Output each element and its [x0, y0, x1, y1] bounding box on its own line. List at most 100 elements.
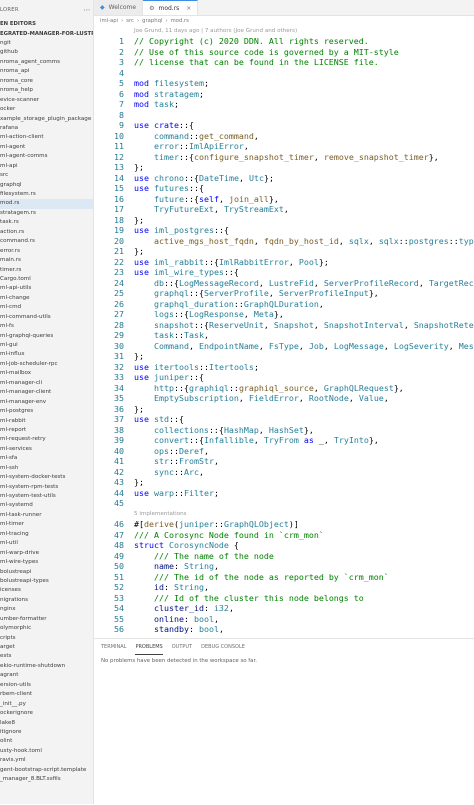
tree-item[interactable]: nigrations — [0, 596, 93, 605]
tree-item[interactable]: ml-task-runner — [0, 511, 93, 520]
tree-item[interactable]: ml-systemd — [0, 501, 93, 510]
tree-item[interactable]: ml-fs — [0, 322, 93, 331]
panel-tab-problems[interactable]: PROBLEMS — [135, 639, 163, 655]
project-root[interactable]: EGRATED-MANAGER-FOR-LUSTRE — [0, 29, 93, 39]
code-line[interactable]: 2 // Use of this source code is governed … — [94, 47, 474, 58]
code-line[interactable]: 19 use iml_postgres::{ — [94, 225, 474, 236]
tree-item[interactable]: ml-rabbit — [0, 417, 93, 426]
tree-item[interactable]: usty-hook.toml — [0, 747, 93, 756]
tree-item[interactable]: ml-system-docker-tests — [0, 473, 93, 482]
panel-tab-terminal[interactable]: TERMINAL — [101, 639, 126, 655]
code-line[interactable]: 12 timer::{configure_snapshot_timer, rem… — [94, 152, 474, 163]
tree-item[interactable]: ml-influx — [0, 350, 93, 359]
code-line[interactable]: 23 use iml_wire_types::{ — [94, 267, 474, 278]
code-line[interactable]: 34 http::{graphiql::graphiql_source, Gra… — [94, 383, 474, 394]
code-line[interactable]: 6 mod stratagem; — [94, 89, 474, 100]
tree-item[interactable]: task.rs — [0, 218, 93, 227]
code-line[interactable]: 21}; — [94, 246, 474, 257]
tree-item[interactable]: ml-agent — [0, 143, 93, 152]
tree-item[interactable]: ml-wire-types — [0, 558, 93, 567]
tree-item[interactable]: nroma_api — [0, 67, 93, 76]
tree-item[interactable]: agrant — [0, 671, 93, 680]
code-line[interactable]: 54 cluster_id: i32, — [94, 603, 474, 614]
tree-item[interactable]: ml-report — [0, 426, 93, 435]
code-editor[interactable]: 1 // Copyright (c) 2020 DDN. All rights r… — [94, 36, 474, 638]
code-line[interactable]: 14 use chrono::{DateTime, Utc}; — [94, 173, 474, 184]
close-icon[interactable]: × — [186, 5, 191, 12]
breadcrumb-item[interactable]: graphql — [142, 18, 162, 24]
breadcrumb-item[interactable]: iml-api — [100, 18, 118, 24]
tree-item[interactable]: bolustreapi — [0, 568, 93, 577]
editor-tab[interactable]: ⚙ mod.rs × — [143, 0, 199, 15]
tree-item[interactable]: ml-tracing — [0, 530, 93, 539]
tree-item[interactable]: ngit — [0, 39, 93, 48]
codelens-implementations[interactable]: 5 implementations — [94, 509, 474, 520]
tree-item[interactable]: bolustreapi-types — [0, 577, 93, 586]
code-line[interactable]: 52 id: String, — [94, 582, 474, 593]
tree-item[interactable]: itignore — [0, 728, 93, 737]
tree-item[interactable]: ml-postgres — [0, 407, 93, 416]
tree-item[interactable]: ml-manager-client — [0, 388, 93, 397]
tree-item[interactable]: timer.rs — [0, 266, 93, 275]
code-line[interactable]: 3 // license that can be found in the LIC… — [94, 57, 474, 68]
code-line[interactable]: 1 // Copyright (c) 2020 DDN. All rights r… — [94, 36, 474, 47]
tree-item[interactable]: ml-command-utils — [0, 313, 93, 322]
code-line[interactable]: 51 /// The id of the node as reported by… — [94, 572, 474, 583]
tree-item[interactable]: ravis.yml — [0, 756, 93, 765]
tree-item[interactable]: ests — [0, 652, 93, 661]
tree-item[interactable]: ekio-runtime-shutdown — [0, 662, 93, 671]
code-line[interactable]: 55 online: bool, — [94, 614, 474, 625]
code-line[interactable]: 33 use juniper::{ — [94, 372, 474, 383]
tree-item[interactable]: ml-change — [0, 294, 93, 303]
code-line[interactable]: 15 use futures::{ — [94, 183, 474, 194]
code-line[interactable]: 20 active_mgs_host_fqdn, fqdn_by_host_id… — [94, 236, 474, 247]
breadcrumb-item[interactable]: mod.rs — [171, 18, 189, 24]
code-line[interactable]: 30 Command, EndpointName, FsType, Job, L… — [94, 341, 474, 352]
code-line[interactable]: 46 #[derive(juniper::GraphQLObject)] — [94, 519, 474, 530]
tree-item[interactable]: nginx — [0, 605, 93, 614]
more-actions-icon[interactable]: ⋯ — [81, 6, 93, 14]
tree-item[interactable]: ml-action-client — [0, 133, 93, 142]
tree-item[interactable]: evice-scanner — [0, 96, 93, 105]
code-line[interactable]: 22 use iml_rabbit::{ImlRabbitError, Pool}… — [94, 257, 474, 268]
code-line[interactable]: 27 logs::{LogResponse, Meta}, — [94, 309, 474, 320]
code-line[interactable]: 24 db::{LogMessageRecord, LustreFid, Ser… — [94, 278, 474, 289]
tree-item[interactable]: ml-warp-drive — [0, 549, 93, 558]
open-editors-section[interactable]: EN EDITORS — [0, 20, 93, 29]
tree-item[interactable]: nroma_core — [0, 77, 93, 86]
code-line[interactable]: 32 use itertools::Itertools; — [94, 362, 474, 373]
code-line[interactable]: 56 standby: bool, — [94, 624, 474, 635]
code-line[interactable]: 11 error::ImlApiError, — [94, 141, 474, 152]
code-line[interactable]: 50 name: String, — [94, 561, 474, 572]
tree-item[interactable]: ockerignore — [0, 709, 93, 718]
tree-item[interactable]: xample_storage_plugin_package — [0, 115, 93, 124]
code-line[interactable]: 47 /// A Corosync Node found in `crm_mon` — [94, 530, 474, 541]
editor-tab[interactable]: ◆ Welcome — [94, 0, 144, 15]
tree-item[interactable]: error.rs — [0, 247, 93, 256]
tree-item[interactable]: ml-system-rpm-tests — [0, 483, 93, 492]
code-line[interactable]: 43}; — [94, 477, 474, 488]
tree-item[interactable]: ml-mailbox — [0, 369, 93, 378]
tree-item[interactable]: ml-system-test-utils — [0, 492, 93, 501]
tree-item[interactable]: command.rs — [0, 237, 93, 246]
tree-item[interactable]: icenses — [0, 586, 93, 595]
tree-item[interactable]: github — [0, 48, 93, 57]
tree-item[interactable]: ersion-utils — [0, 681, 93, 690]
code-line[interactable]: 44 use warp::Filter; — [94, 488, 474, 499]
tree-item[interactable]: ml-api-utils — [0, 284, 93, 293]
tree-item[interactable]: ml-manager-cli — [0, 379, 93, 388]
tree-item[interactable]: cripts — [0, 634, 93, 643]
code-line[interactable]: 4 — [94, 68, 474, 79]
tree-item[interactable]: src — [0, 171, 93, 180]
tree-item[interactable]: ml-cmd — [0, 303, 93, 312]
tree-item[interactable]: ml-ssh — [0, 464, 93, 473]
tree-item[interactable]: ml-api — [0, 162, 93, 171]
code-line[interactable]: 8 — [94, 110, 474, 121]
tree-item[interactable]: umber-formatter — [0, 615, 93, 624]
tree-item[interactable]: Cargo.toml — [0, 275, 93, 284]
tree-item[interactable]: arget — [0, 643, 93, 652]
code-line[interactable]: 35 EmptySubscription, FieldError, RootNo… — [94, 393, 474, 404]
code-line[interactable]: 42 sync::Arc, — [94, 467, 474, 478]
code-line[interactable]: 29 task::Task, — [94, 330, 474, 341]
code-line[interactable]: 17 TryFutureExt, TryStreamExt, — [94, 204, 474, 215]
